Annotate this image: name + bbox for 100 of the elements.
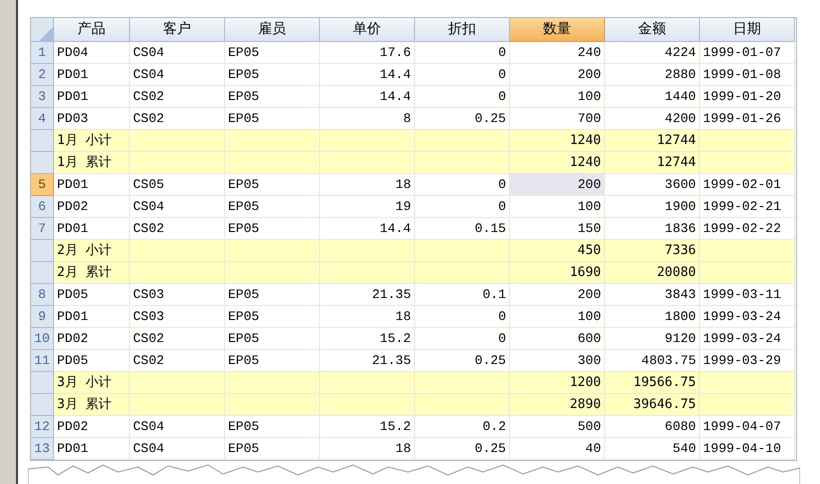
row-header[interactable]: 5 — [31, 174, 54, 196]
column-header[interactable]: 单价 — [320, 18, 415, 42]
table-cell: EP05 — [225, 108, 320, 130]
table-cell: 1月 累计 — [54, 152, 130, 174]
table-cell: PD01 — [54, 438, 130, 460]
table-cell: 150 — [510, 218, 605, 240]
table-cell: 15.2 — [320, 328, 415, 350]
table-cell: EP05 — [225, 328, 320, 350]
table-cell: CS04 — [130, 438, 225, 460]
table-cell: 1999-01-20 — [700, 86, 795, 108]
table-cell: 7336 — [605, 240, 700, 262]
select-all-corner[interactable] — [31, 18, 54, 42]
table-cell: 100 — [510, 306, 605, 328]
table-cell: PD02 — [54, 416, 130, 438]
row-header[interactable]: 12 — [31, 416, 54, 438]
table-cell: 2月 小计 — [54, 240, 130, 262]
table-cell: 1240 — [510, 130, 605, 152]
table-cell: 21.35 — [320, 284, 415, 306]
row-header[interactable]: 7 — [31, 218, 54, 240]
table-cell: 200 — [510, 284, 605, 306]
table-cell: 12744 — [605, 152, 700, 174]
table-cell: 8 — [320, 108, 415, 130]
table-cell: CS03 — [130, 284, 225, 306]
column-header[interactable]: 数量 — [510, 18, 605, 42]
table-cell: 1200 — [510, 372, 605, 394]
table-cell: EP05 — [225, 438, 320, 460]
column-header[interactable]: 客户 — [130, 18, 225, 42]
table-cell: 1999-03-11 — [700, 284, 795, 306]
row-header[interactable] — [31, 240, 54, 262]
row-header[interactable]: 3 — [31, 86, 54, 108]
table-cell: CS04 — [130, 64, 225, 86]
table-cell: 200 — [510, 64, 605, 86]
column-header[interactable]: 日期 — [700, 18, 795, 42]
table-cell: PD01 — [54, 306, 130, 328]
table-cell: 600 — [510, 328, 605, 350]
row-header[interactable]: 8 — [31, 284, 54, 306]
table-cell: 21.35 — [320, 350, 415, 372]
table-cell: 1999-01-08 — [700, 64, 795, 86]
table-cell: 450 — [510, 240, 605, 262]
row-header[interactable]: 9 — [31, 306, 54, 328]
table-cell: CS04 — [130, 416, 225, 438]
row-header[interactable] — [31, 372, 54, 394]
table-cell: 200 — [510, 174, 605, 196]
row-header[interactable]: 6 — [31, 196, 54, 218]
row-header[interactable] — [31, 394, 54, 416]
table-cell: 1240 — [510, 152, 605, 174]
table-cell: EP05 — [225, 64, 320, 86]
table-cell: 19 — [320, 196, 415, 218]
table-cell: 14.4 — [320, 218, 415, 240]
row-header[interactable] — [31, 130, 54, 152]
table-cell: CS05 — [130, 174, 225, 196]
table-cell: 500 — [510, 416, 605, 438]
table-cell: PD02 — [54, 328, 130, 350]
table-cell: 0 — [415, 42, 510, 64]
column-header[interactable]: 折扣 — [415, 18, 510, 42]
table-cell: 40 — [510, 438, 605, 460]
row-header[interactable] — [31, 262, 54, 284]
table-cell: 1440 — [605, 86, 700, 108]
table-cell: PD01 — [54, 86, 130, 108]
column-header[interactable]: 产品 — [54, 18, 130, 42]
table-cell: 100 — [510, 196, 605, 218]
table-cell: PD05 — [54, 284, 130, 306]
row-header[interactable]: 1 — [31, 42, 54, 64]
table-cell: 0.2 — [415, 416, 510, 438]
table-cell: 2880 — [605, 64, 700, 86]
table-cell: 1690 — [510, 262, 605, 284]
table-cell: 1999-04-07 — [700, 416, 795, 438]
row-header[interactable] — [31, 152, 54, 174]
row-header[interactable]: 10 — [31, 328, 54, 350]
table-cell: PD01 — [54, 64, 130, 86]
column-header[interactable]: 金额 — [605, 18, 700, 42]
column-header[interactable]: 雇员 — [225, 18, 320, 42]
table-cell: 9120 — [605, 328, 700, 350]
table-cell: 1900 — [605, 196, 700, 218]
table-cell: 0 — [415, 64, 510, 86]
table-cell: EP05 — [225, 86, 320, 108]
table-cell: 700 — [510, 108, 605, 130]
table-cell: 1836 — [605, 218, 700, 240]
row-header[interactable]: 4 — [31, 108, 54, 130]
table-cell: 0 — [415, 306, 510, 328]
table-cell: 3600 — [605, 174, 700, 196]
table-cell: 1999-03-24 — [700, 306, 795, 328]
table-cell: 0 — [415, 196, 510, 218]
table-cell: CS02 — [130, 108, 225, 130]
table-cell: 19566.75 — [605, 372, 700, 394]
table-cell: 3月 小计 — [54, 372, 130, 394]
table-cell: 4803.75 — [605, 350, 700, 372]
table-cell: EP05 — [225, 350, 320, 372]
table-cell: 18 — [320, 306, 415, 328]
table-cell: EP05 — [225, 284, 320, 306]
table-cell: 0 — [415, 328, 510, 350]
table-cell: 1999-02-21 — [700, 196, 795, 218]
row-header[interactable]: 13 — [31, 438, 54, 460]
table-cell: 1999-02-01 — [700, 174, 795, 196]
row-header[interactable]: 2 — [31, 64, 54, 86]
table-cell: 540 — [605, 438, 700, 460]
table-cell: 18 — [320, 438, 415, 460]
row-header[interactable]: 11 — [31, 350, 54, 372]
table-cell: 1999-04-10 — [700, 438, 795, 460]
table-cell: 240 — [510, 42, 605, 64]
